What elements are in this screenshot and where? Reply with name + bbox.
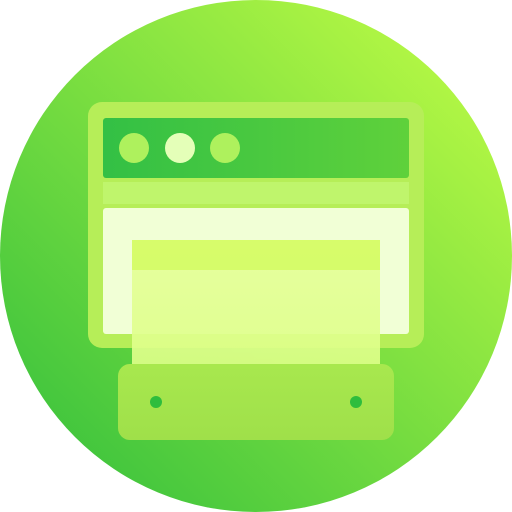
window-dot-left	[119, 133, 149, 163]
tray-screw-right	[350, 396, 362, 408]
window-dot-middle	[165, 133, 195, 163]
icon-canvas	[0, 0, 512, 512]
window-dot-right	[210, 133, 240, 163]
browser-window-printer-icon	[0, 0, 512, 512]
paper-top-band	[132, 240, 380, 270]
window-stripe	[103, 182, 409, 204]
tray-screw-left	[150, 396, 162, 408]
